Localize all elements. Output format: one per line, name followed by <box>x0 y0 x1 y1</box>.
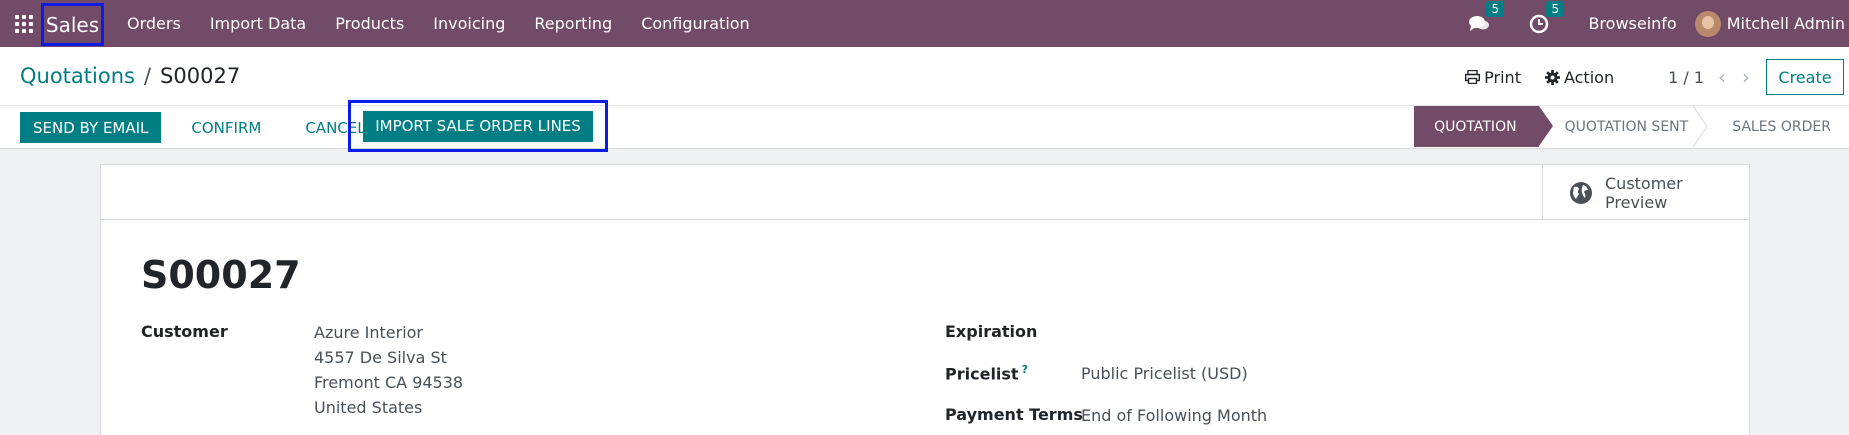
navbar-systray: 5 5 Browseinfo Mitchell Admin <box>1468 0 1849 47</box>
customer-field[interactable]: Azure Interior 4557 De Silva St Fremont … <box>314 320 463 420</box>
customer-country: United States <box>314 398 423 417</box>
record-title: S00027 <box>141 253 301 297</box>
confirm-button[interactable]: Confirm <box>177 112 275 143</box>
breadcrumb-current: S00027 <box>160 64 241 88</box>
company-switcher[interactable]: Browseinfo <box>1588 14 1676 33</box>
customer-street: 4557 De Silva St <box>314 348 447 367</box>
payment-terms-field[interactable]: End of Following Month <box>1081 406 1267 425</box>
customer-name: Azure Interior <box>314 323 424 342</box>
gear-icon <box>1544 69 1560 85</box>
user-avatar[interactable] <box>1694 10 1721 37</box>
menu-item-reporting[interactable]: Reporting <box>534 14 612 33</box>
pricelist-field[interactable]: Public Pricelist (USD) <box>1081 364 1248 383</box>
breadcrumb: Quotations / S00027 <box>20 64 240 88</box>
pricelist-label-wrap: Pricelist? <box>945 363 1028 383</box>
menu-item-products[interactable]: Products <box>335 14 404 33</box>
activities-button[interactable]: 5 <box>1528 0 1565 35</box>
activities-count-badge: 5 <box>1546 0 1565 17</box>
stage-sales-order-label: Sales Order <box>1732 118 1831 135</box>
form-action-buttons: Send by Email Confirm Cancel <box>20 112 380 143</box>
pricelist-label: Pricelist <box>945 364 1019 384</box>
top-navbar: Sales Orders Import Data Products Invoic… <box>0 0 1849 47</box>
button-box: Customer Preview <box>101 165 1749 220</box>
stage-quotation[interactable]: Quotation <box>1414 106 1554 147</box>
create-button[interactable]: Create <box>1766 59 1844 95</box>
customer-preview-label: Customer Preview <box>1605 173 1683 212</box>
menu-item-configuration[interactable]: Configuration <box>641 14 750 33</box>
stage-sales-order[interactable]: Sales Order <box>1706 106 1849 147</box>
pager-value[interactable]: 1 / 1 <box>1668 68 1704 87</box>
printer-icon <box>1465 70 1481 84</box>
status-bar: Quotation Quotation Sent Sales Order <box>1414 106 1849 147</box>
menu-item-invoicing[interactable]: Invoicing <box>433 14 505 33</box>
pager-previous-chevron-left-icon[interactable]: ‹ <box>1718 65 1726 89</box>
payment-terms-label: Payment Terms <box>945 405 1083 424</box>
print-label: Print <box>1484 67 1521 87</box>
pricelist-help-icon[interactable]: ? <box>1022 363 1028 376</box>
form-sheet: Customer Preview S00027 Customer Azure I… <box>100 164 1750 435</box>
breadcrumb-separator: / <box>143 64 152 88</box>
breadcrumb-quotations-link[interactable]: Quotations <box>20 64 135 88</box>
messages-count-badge: 5 <box>1486 0 1505 17</box>
customer-label: Customer <box>141 322 228 341</box>
main-menu: Orders Import Data Products Invoicing Re… <box>127 0 779 47</box>
stage-separator-chevron-icon <box>1693 106 1708 147</box>
stage-quotation-sent[interactable]: Quotation Sent <box>1539 106 1708 147</box>
action-button[interactable]: Action <box>1544 67 1615 87</box>
import-lines-highlight: Import Sale Order Lines <box>348 100 608 152</box>
stage-quotation-sent-label: Quotation Sent <box>1564 118 1689 135</box>
customer-preview-button[interactable]: Customer Preview <box>1542 165 1749 220</box>
expiration-label: Expiration <box>945 322 1038 341</box>
control-panel-right: Print Action 1 / 1 ‹ › Create <box>1465 59 1849 95</box>
import-sale-order-lines-button[interactable]: Import Sale Order Lines <box>363 110 593 142</box>
messages-button[interactable]: 5 <box>1468 0 1505 35</box>
clock-icon <box>1530 14 1549 33</box>
chat-bubbles-icon <box>1469 15 1490 31</box>
user-menu[interactable]: Mitchell Admin <box>1727 14 1845 33</box>
stage-quotation-label: Quotation <box>1434 118 1517 135</box>
menu-item-import-data[interactable]: Import Data <box>210 14 306 33</box>
pager-next-chevron-right-icon[interactable]: › <box>1742 65 1750 89</box>
app-brand-sales[interactable]: Sales <box>41 3 104 46</box>
menu-item-orders[interactable]: Orders <box>127 14 181 33</box>
send-by-email-button[interactable]: Send by Email <box>20 112 162 143</box>
print-button[interactable]: Print <box>1465 68 1521 87</box>
customer-city: Fremont CA 94538 <box>314 373 464 392</box>
app-menu-grid-icon[interactable] <box>15 14 33 33</box>
action-label: Action <box>1563 67 1615 87</box>
globe-icon <box>1570 181 1592 204</box>
